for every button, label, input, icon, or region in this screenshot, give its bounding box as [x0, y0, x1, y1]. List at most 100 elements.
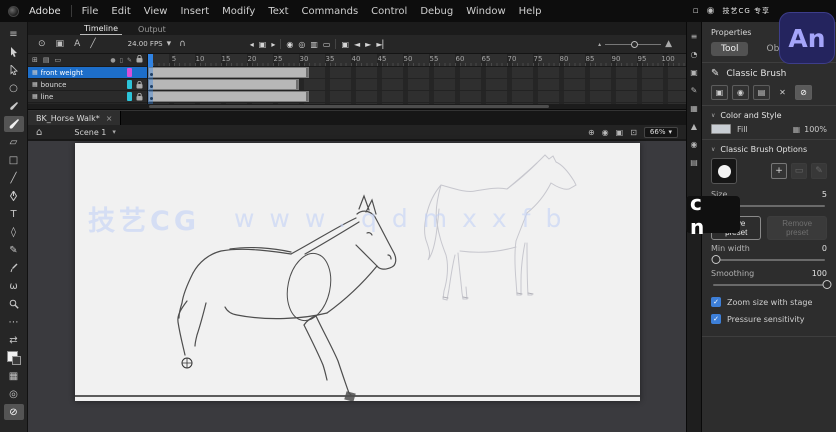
- timeline-hscroll-thumb[interactable]: [149, 105, 549, 108]
- eyedropper-tool[interactable]: [4, 260, 24, 276]
- lock-icon[interactable]: [135, 92, 143, 101]
- menu-item-help[interactable]: Help: [519, 6, 542, 17]
- smoothing-slider-knob[interactable]: [822, 280, 832, 289]
- graph-editor-icon[interactable]: ╱: [90, 39, 95, 49]
- delete-layer-button[interactable]: ▭: [55, 56, 62, 64]
- menu-item-modify[interactable]: Modify: [222, 6, 255, 17]
- scene-label[interactable]: Scene 1: [74, 128, 106, 137]
- document-tab[interactable]: BK_Horse Walk* ×: [28, 111, 122, 125]
- step-forward-button[interactable]: ►▏: [376, 40, 388, 49]
- pen-tool[interactable]: [4, 188, 24, 204]
- timeline-hscrollbar[interactable]: [28, 104, 686, 109]
- frame-rate-label[interactable]: 24.00 FPS: [128, 40, 163, 48]
- menu-item-text[interactable]: Text: [268, 6, 288, 17]
- close-document-icon[interactable]: ×: [106, 114, 113, 123]
- swatches-panel-icon[interactable]: ▦: [690, 104, 698, 113]
- tilt-button[interactable]: ⊘: [795, 85, 812, 100]
- fps-caret-icon[interactable]: ▾: [167, 39, 172, 49]
- outline-column-icon[interactable]: ▯: [120, 57, 123, 64]
- menu-item-edit[interactable]: Edit: [111, 6, 130, 17]
- new-folder-button[interactable]: ▤: [43, 56, 50, 64]
- layer-row-line[interactable]: ▦ line: [28, 91, 147, 103]
- edit-brush-button[interactable]: ✎: [811, 163, 827, 179]
- smoothing-slider[interactable]: [711, 280, 832, 290]
- hand-tool[interactable]: ω: [4, 278, 24, 294]
- highlight-column-icon[interactable]: ✎: [127, 57, 132, 64]
- checkbox-zoom-size-with-stage[interactable]: ✓: [711, 297, 721, 307]
- layer-row-front-weight[interactable]: ▦ front weight: [28, 67, 147, 79]
- layer-color-chip[interactable]: [127, 92, 132, 101]
- menu-item-control[interactable]: Control: [371, 6, 407, 17]
- timeline-zoom-knob[interactable]: [631, 40, 639, 48]
- timeline-tab-output[interactable]: Output: [134, 24, 170, 35]
- swap-colors-icon[interactable]: ⇄: [4, 332, 24, 348]
- edit-symbols-icon[interactable]: ▣: [616, 128, 624, 137]
- record-dot-icon[interactable]: ◉: [707, 6, 715, 16]
- layer-name[interactable]: front weight: [41, 69, 83, 77]
- next-frame-button[interactable]: ▸: [271, 40, 275, 49]
- zoom-out-frames-icon[interactable]: ▴: [598, 41, 601, 48]
- line-tool[interactable]: ╱: [4, 170, 24, 186]
- maximize-icon[interactable]: ▫: [692, 6, 698, 16]
- zoom-tool[interactable]: [4, 296, 24, 312]
- edit-multiple-frames-button[interactable]: ▥: [310, 40, 318, 49]
- transform-point-marker[interactable]: [181, 357, 193, 369]
- advanced-layers-icon[interactable]: A: [74, 39, 80, 49]
- frame-span[interactable]: [148, 67, 310, 78]
- add-brush-button[interactable]: +: [771, 163, 787, 179]
- onion-outlines-button[interactable]: ◎: [298, 40, 305, 49]
- brushes-panel-icon[interactable]: ✎: [691, 86, 698, 95]
- library-panel-icon[interactable]: ▣: [690, 68, 698, 77]
- size-value[interactable]: 5: [822, 190, 827, 199]
- stage[interactable]: [75, 143, 640, 402]
- fit-to-window-icon[interactable]: ⊡: [630, 128, 637, 137]
- menu-item-view[interactable]: View: [144, 6, 168, 17]
- color-style-header[interactable]: ∨ Color and Style: [711, 111, 827, 120]
- frames-area[interactable]: 5 10 15 20 25 30 35 40 45 50 55 60 65 70 75 80 85 90 95 100: [148, 54, 686, 104]
- pasteboard[interactable]: [28, 141, 686, 432]
- frame-span[interactable]: [148, 79, 299, 90]
- pressure-button[interactable]: ✕: [774, 85, 791, 100]
- camera-layer-icon[interactable]: ▣: [56, 39, 65, 49]
- menu-item-insert[interactable]: Insert: [180, 6, 209, 17]
- properties-tab-tool[interactable]: Tool: [711, 42, 749, 56]
- current-frame-button[interactable]: ▣: [259, 40, 267, 49]
- stage-zoom-select[interactable]: 66% ▾: [643, 126, 678, 138]
- timeline-tab-timeline[interactable]: Timeline: [80, 23, 123, 35]
- delete-brush-button[interactable]: ▭: [791, 163, 807, 179]
- smoothing-value[interactable]: 100: [812, 269, 827, 278]
- frame-row[interactable]: [148, 67, 686, 79]
- min-width-value[interactable]: 0: [822, 244, 827, 253]
- brush-preview[interactable]: [711, 158, 737, 184]
- layer-color-chip[interactable]: [127, 80, 132, 89]
- layer-name[interactable]: line: [41, 93, 54, 101]
- transform-panel-icon[interactable]: ▲: [691, 122, 697, 131]
- eraser-tool[interactable]: ▱: [4, 134, 24, 150]
- fluid-brush-tool[interactable]: [4, 98, 24, 114]
- paint-bucket-tool[interactable]: ◊: [4, 224, 24, 240]
- min-width-slider[interactable]: [711, 255, 827, 265]
- components-panel-icon[interactable]: ▤: [690, 158, 698, 167]
- lock-icon[interactable]: [135, 80, 143, 89]
- pencil-tool[interactable]: ✎: [4, 242, 24, 258]
- outline-mode-icon[interactable]: ◎: [4, 386, 24, 402]
- menu-item-debug[interactable]: Debug: [420, 6, 453, 17]
- timeline-zoom-track[interactable]: [605, 40, 662, 48]
- rectangle-tool[interactable]: □: [4, 152, 24, 168]
- brush-library-button[interactable]: ◉: [732, 85, 749, 100]
- subselection-tool[interactable]: [4, 62, 24, 78]
- color-panel-icon[interactable]: ◉: [691, 140, 698, 149]
- brush-options-header[interactable]: ∨ Classic Brush Options: [711, 145, 827, 154]
- checkbox-pressure-sensitivity[interactable]: ✓: [711, 314, 721, 324]
- menu-item-file[interactable]: File: [82, 6, 99, 17]
- loop-button[interactable]: ▭: [323, 40, 331, 49]
- play-button[interactable]: ►: [365, 40, 371, 49]
- layer-row-bounce[interactable]: ▦ bounce: [28, 79, 147, 91]
- prev-frame-button[interactable]: ◂: [250, 40, 254, 49]
- min-width-slider-knob[interactable]: [711, 255, 721, 264]
- frame-ruler[interactable]: 5 10 15 20 25 30 35 40 45 50 55 60 65 70 75 80 85 90 95 100: [148, 54, 686, 67]
- object-drawing-button[interactable]: ▣: [711, 85, 728, 100]
- paint-mode-button[interactable]: ▤: [753, 85, 770, 100]
- layer-name[interactable]: bounce: [41, 81, 67, 89]
- camera-icon[interactable]: ◉: [602, 128, 609, 137]
